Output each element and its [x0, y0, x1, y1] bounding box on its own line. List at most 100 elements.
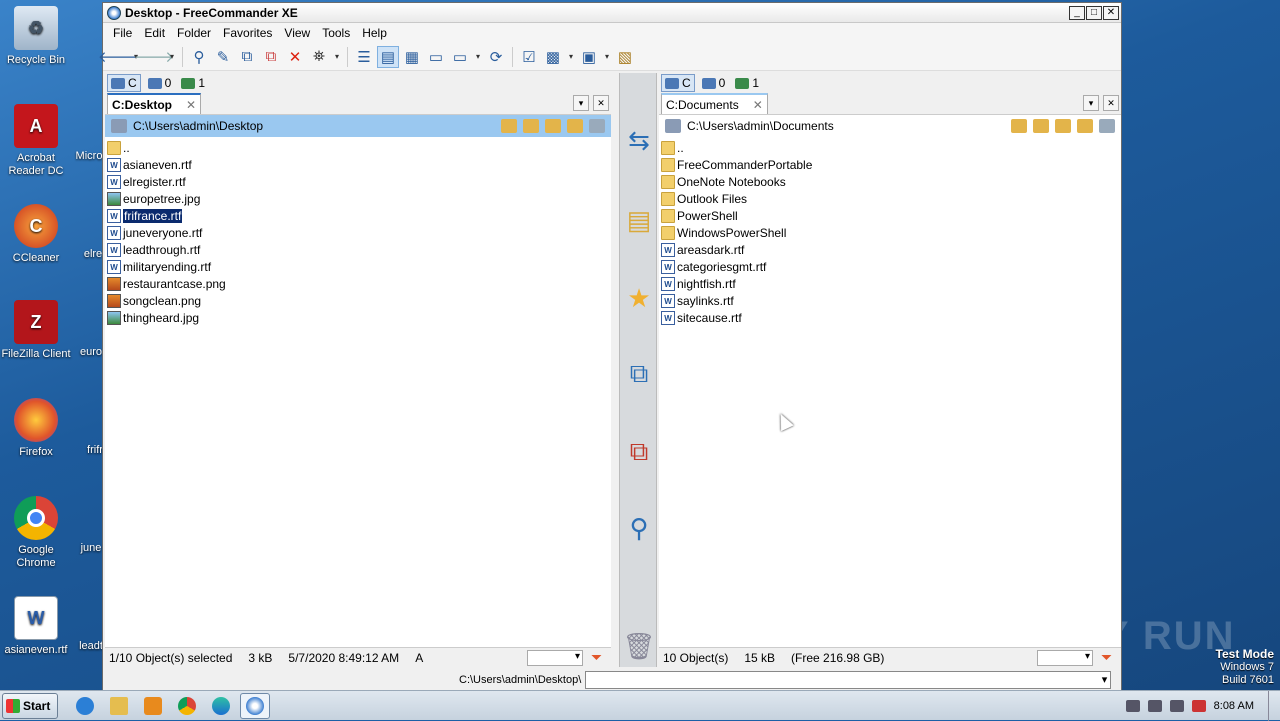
- script-icon[interactable]: ▧: [614, 46, 636, 68]
- file-row[interactable]: Wfrifrance.rtf: [105, 207, 611, 224]
- move-files-icon[interactable]: ⧉: [624, 436, 654, 467]
- rename-icon[interactable]: ✎: [212, 46, 234, 68]
- copy-path-icon[interactable]: [1099, 119, 1115, 133]
- taskbar-ie[interactable]: [70, 693, 100, 719]
- root-folder-icon[interactable]: [1077, 119, 1093, 133]
- desktop-icon-ccleaner[interactable]: C CCleaner: [0, 204, 72, 265]
- search-files-icon[interactable]: ⚲: [624, 513, 654, 543]
- file-row[interactable]: Outlook Files: [659, 190, 1121, 207]
- menu-view[interactable]: View: [278, 26, 316, 40]
- file-row[interactable]: Wleadthrough.rtf: [105, 241, 611, 258]
- search-icon[interactable]: ⚲: [188, 46, 210, 68]
- file-row[interactable]: restaurantcase.png: [105, 275, 611, 292]
- file-row[interactable]: OneNote Notebooks: [659, 173, 1121, 190]
- tab-documents[interactable]: C:Documents ✕: [661, 93, 768, 114]
- show-desktop-button[interactable]: [1268, 690, 1280, 721]
- copy-path-icon[interactable]: [589, 119, 605, 133]
- root-folder-icon[interactable]: [567, 119, 583, 133]
- file-row[interactable]: WindowsPowerShell: [659, 224, 1121, 241]
- clock[interactable]: 8:08 AM: [1214, 700, 1254, 712]
- back-icon[interactable]: 🡐: [98, 46, 138, 68]
- refresh-icon[interactable]: ⟳: [485, 46, 507, 68]
- desktop-icon-recycle-bin[interactable]: ♻ Recycle Bin: [0, 6, 72, 67]
- compare-folders-icon[interactable]: ▤: [624, 205, 654, 235]
- taskbar-freecommander[interactable]: [240, 692, 270, 719]
- layout-icon[interactable]: ▩: [542, 46, 564, 68]
- close-tab-button[interactable]: ✕: [1103, 95, 1119, 111]
- action-center-flag-icon[interactable]: [1169, 699, 1184, 712]
- minimize-button[interactable]: _: [1069, 5, 1085, 20]
- move-icon[interactable]: ⧉: [260, 46, 282, 68]
- list-view-icon[interactable]: ▦: [401, 46, 423, 68]
- file-row[interactable]: Wsitecause.rtf: [659, 309, 1121, 326]
- tab-desktop[interactable]: C:Desktop ✕: [107, 93, 202, 114]
- tab-list-dropdown[interactable]: ▾: [573, 95, 589, 111]
- panel-dropdown-icon[interactable]: ▾: [602, 46, 612, 68]
- desktop-icon-asianeven[interactable]: W asianeven.rtf: [0, 596, 72, 657]
- copy-icon[interactable]: ⧉: [236, 46, 258, 68]
- details-view-icon[interactable]: ▤: [377, 45, 399, 68]
- file-row[interactable]: ..: [105, 139, 611, 156]
- file-row[interactable]: Wcategoriesgmt.rtf: [659, 258, 1121, 275]
- close-button[interactable]: ✕: [1103, 5, 1119, 20]
- drive-c-button[interactable]: C: [661, 74, 695, 92]
- menu-file[interactable]: File: [107, 26, 138, 40]
- taskbar-chrome[interactable]: [172, 693, 202, 719]
- drive-c-button[interactable]: C: [107, 74, 141, 92]
- menu-folder[interactable]: Folder: [171, 26, 217, 40]
- favorites-icon[interactable]: [523, 119, 539, 133]
- menu-edit[interactable]: Edit: [138, 26, 171, 40]
- layout-dropdown-icon[interactable]: ▾: [566, 46, 576, 68]
- file-row[interactable]: thingheard.jpg: [105, 309, 611, 326]
- command-line-input[interactable]: [585, 671, 1112, 689]
- swap-panels-icon[interactable]: ⇆: [624, 125, 654, 155]
- binoculars-dropdown-icon[interactable]: ▾: [332, 46, 342, 68]
- forward-icon[interactable]: 🡒: [134, 46, 174, 68]
- desktop-icon-partial[interactable]: Micro: [74, 150, 104, 163]
- filter-icon[interactable]: ⏷: [591, 650, 605, 664]
- file-row[interactable]: PowerShell: [659, 207, 1121, 224]
- volume-icon[interactable]: [1125, 699, 1140, 712]
- taskbar-edge[interactable]: [206, 693, 236, 719]
- menu-tools[interactable]: Tools: [316, 26, 356, 40]
- file-row[interactable]: Wnightfish.rtf: [659, 275, 1121, 292]
- history-icon[interactable]: [1011, 119, 1027, 133]
- favorites-icon[interactable]: [1033, 119, 1049, 133]
- file-row[interactable]: Wasianeven.rtf: [105, 156, 611, 173]
- network-icon[interactable]: [1147, 699, 1162, 712]
- title-bar[interactable]: Desktop - FreeCommander XE _ □ ✕: [103, 3, 1121, 23]
- left-path-bar[interactable]: C:\Users\admin\Desktop: [105, 115, 611, 137]
- close-tab-button[interactable]: ✕: [593, 95, 609, 111]
- tab-list-dropdown[interactable]: ▾: [1083, 95, 1099, 111]
- file-row[interactable]: Wareasdark.rtf: [659, 241, 1121, 258]
- tree-view-icon[interactable]: ☰: [353, 46, 375, 68]
- file-row[interactable]: europetree.jpg: [105, 190, 611, 207]
- antivirus-icon[interactable]: [1191, 699, 1206, 712]
- binoculars-icon[interactable]: ⛯: [308, 46, 330, 68]
- history-icon[interactable]: [501, 119, 517, 133]
- file-row[interactable]: Welregister.rtf: [105, 173, 611, 190]
- desktop-icon-filezilla[interactable]: Z FileZilla Client: [0, 300, 72, 361]
- view-mode-icon[interactable]: ▭: [449, 46, 471, 68]
- file-row[interactable]: FreeCommanderPortable: [659, 156, 1121, 173]
- delete-icon[interactable]: ✕: [284, 46, 306, 68]
- right-filter-dropdown[interactable]: [1037, 650, 1093, 666]
- remote-drive-button[interactable]: 1: [178, 74, 208, 92]
- recycle-bin-icon[interactable]: 🗑: [623, 631, 656, 661]
- taskbar-media-player[interactable]: [138, 693, 168, 719]
- file-row[interactable]: Wsaylinks.rtf: [659, 292, 1121, 309]
- right-path-bar[interactable]: C:\Users\admin\Documents: [659, 115, 1121, 137]
- maximize-button[interactable]: □: [1086, 5, 1102, 20]
- network-drive-button[interactable]: 0: [699, 74, 729, 92]
- file-row[interactable]: Wjuneveryone.rtf: [105, 224, 611, 241]
- select-icon[interactable]: ☑: [518, 46, 540, 68]
- parent-folder-icon[interactable]: [1055, 119, 1071, 133]
- menu-favorites[interactable]: Favorites: [217, 26, 278, 40]
- remote-drive-button[interactable]: 1: [732, 74, 762, 92]
- favorites-star-icon[interactable]: ★: [624, 283, 654, 313]
- desktop-icon-firefox[interactable]: Firefox: [0, 398, 72, 459]
- parent-folder-icon[interactable]: [545, 119, 561, 133]
- taskbar-explorer[interactable]: [104, 693, 134, 719]
- left-filter-dropdown[interactable]: [527, 650, 583, 666]
- start-button[interactable]: Start: [2, 692, 58, 719]
